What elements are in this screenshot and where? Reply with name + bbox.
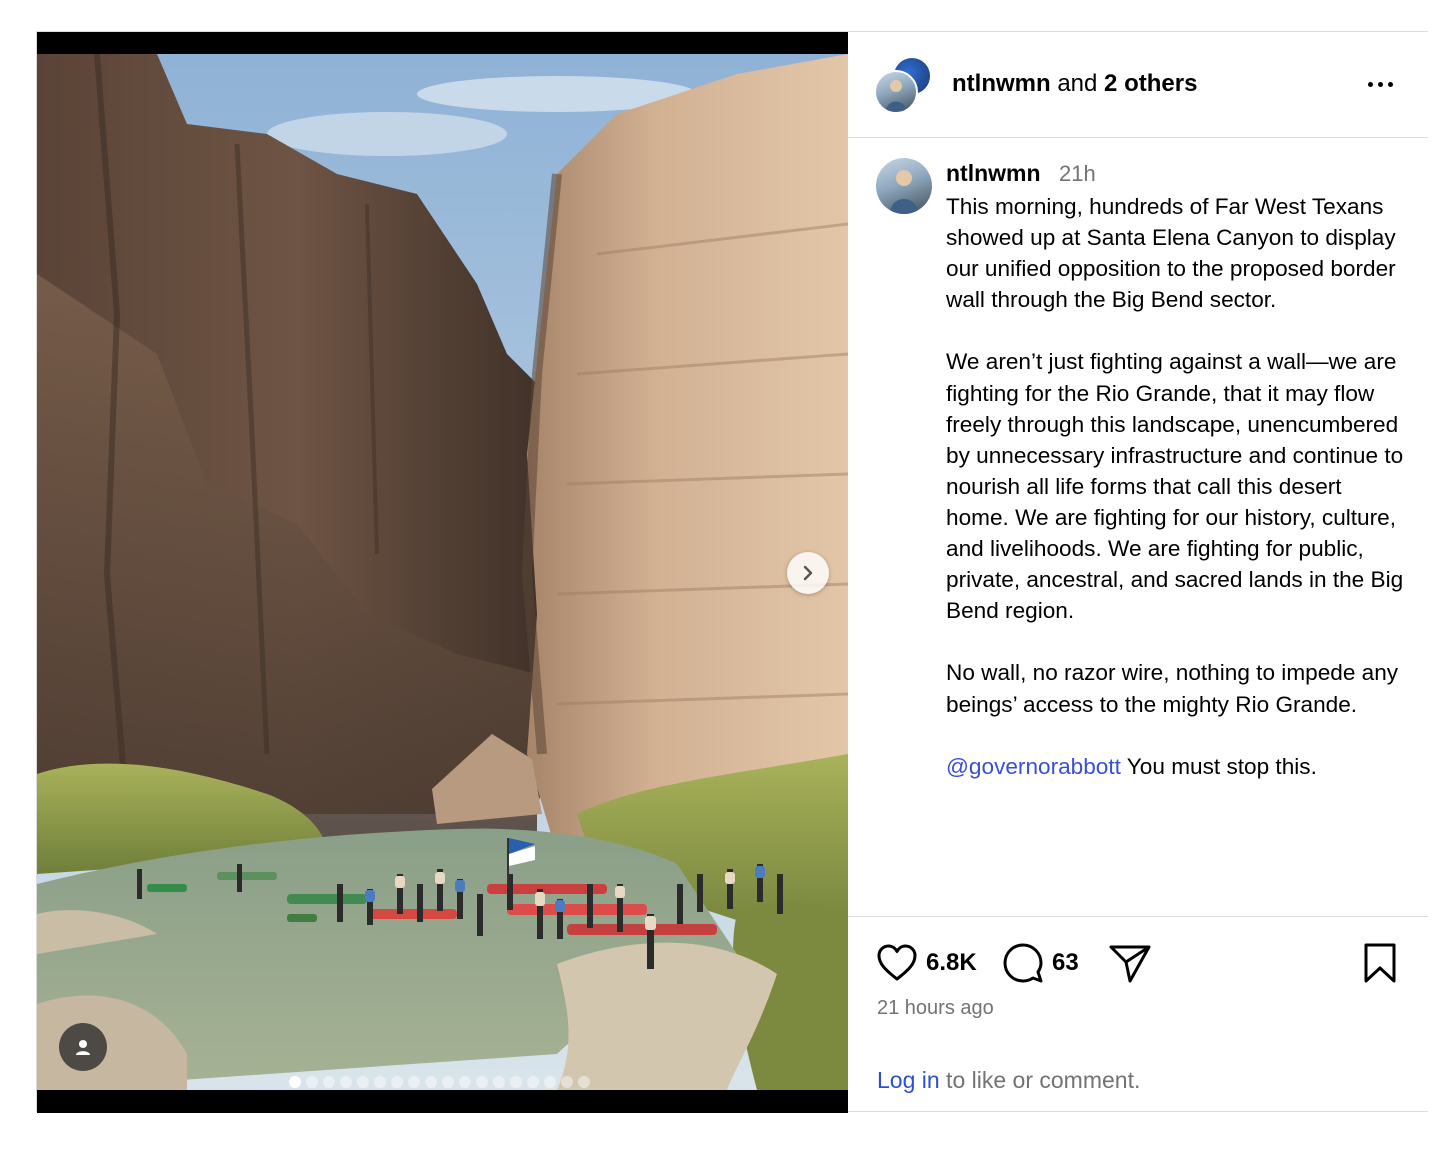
- carousel-dot: [323, 1076, 335, 1088]
- collab-avatars[interactable]: [874, 56, 934, 116]
- mention-link[interactable]: @governorabbott: [946, 754, 1121, 779]
- like-button[interactable]: 6.8K: [876, 941, 977, 985]
- caption-paragraph-3: No wall, no razor wire, nothing to imped…: [946, 660, 1399, 717]
- chevron-right-icon: [803, 565, 813, 581]
- carousel-dot: [425, 1076, 437, 1088]
- carousel-dot: [544, 1076, 556, 1088]
- canyon-photo: [37, 54, 848, 1090]
- instagram-post: ntlnwmn and 2 others ntlnwmn 21h This mo…: [36, 31, 1428, 1113]
- like-count: 6.8K: [926, 949, 977, 976]
- caption-last-line: You must stop this.: [1120, 753, 1317, 779]
- carousel-dot: [459, 1076, 471, 1088]
- carousel-dot: [306, 1076, 318, 1088]
- post-timestamp: 21 hours ago: [877, 997, 994, 1019]
- login-prompt: Log in to like or comment.: [877, 1067, 1140, 1094]
- carousel-dot: [493, 1076, 505, 1088]
- post-details: ntlnwmn and 2 others ntlnwmn 21h This mo…: [848, 32, 1428, 1111]
- save-button[interactable]: [1362, 941, 1398, 985]
- carousel-indicator: [289, 1076, 590, 1088]
- carousel-dot: [510, 1076, 522, 1088]
- header-others[interactable]: 2 others: [1104, 70, 1197, 97]
- tagged-people-button[interactable]: [59, 1023, 107, 1071]
- carousel-dot: [374, 1076, 386, 1088]
- comment-bubble-icon: [1003, 943, 1043, 983]
- carousel-dot: [408, 1076, 420, 1088]
- comment-button[interactable]: 63: [1002, 941, 1079, 985]
- carousel-dot: [561, 1076, 573, 1088]
- carousel-dot: [340, 1076, 352, 1088]
- author-avatar: [874, 70, 918, 114]
- carousel-dot: [476, 1076, 488, 1088]
- share-button[interactable]: [1108, 941, 1152, 985]
- carousel-dot: [289, 1076, 301, 1088]
- carousel-dot: [357, 1076, 369, 1088]
- person-icon: [76, 1040, 90, 1055]
- post-media: [37, 32, 848, 1113]
- caption-paragraph-2: We aren’t just fighting against a wall—w…: [946, 349, 1404, 624]
- caption-username[interactable]: ntlnwmn: [946, 160, 1041, 187]
- carousel-dot: [391, 1076, 403, 1088]
- caption-section: ntlnwmn 21h This morning, hundreds of Fa…: [848, 138, 1428, 916]
- header-collaborators: ntlnwmn and 2 others: [952, 70, 1197, 98]
- bookmark-icon: [1364, 943, 1396, 983]
- more-options-icon[interactable]: [1360, 72, 1400, 96]
- heart-icon: [877, 944, 917, 981]
- paper-plane-icon: [1109, 945, 1151, 983]
- header-username[interactable]: ntlnwmn: [952, 70, 1051, 97]
- post-header: ntlnwmn and 2 others: [848, 32, 1428, 138]
- header-joiner: and: [1057, 70, 1098, 97]
- actions-section: 6.8K 63 21 hours ago Log in to like or c…: [848, 916, 1428, 1112]
- carousel-dot: [442, 1076, 454, 1088]
- carousel-dot: [578, 1076, 590, 1088]
- caption-paragraph-1: This morning, hundreds of Far West Texan…: [946, 194, 1396, 313]
- carousel-next-button[interactable]: [787, 552, 829, 594]
- caption-text: This morning, hundreds of Far West Texan…: [946, 191, 1406, 813]
- comment-count: 63: [1052, 949, 1079, 976]
- login-link[interactable]: Log in: [877, 1067, 940, 1093]
- caption-time: 21h: [1059, 161, 1096, 186]
- carousel-dot: [527, 1076, 539, 1088]
- caption-avatar[interactable]: [876, 158, 932, 214]
- login-prompt-text: to like or comment.: [939, 1067, 1141, 1093]
